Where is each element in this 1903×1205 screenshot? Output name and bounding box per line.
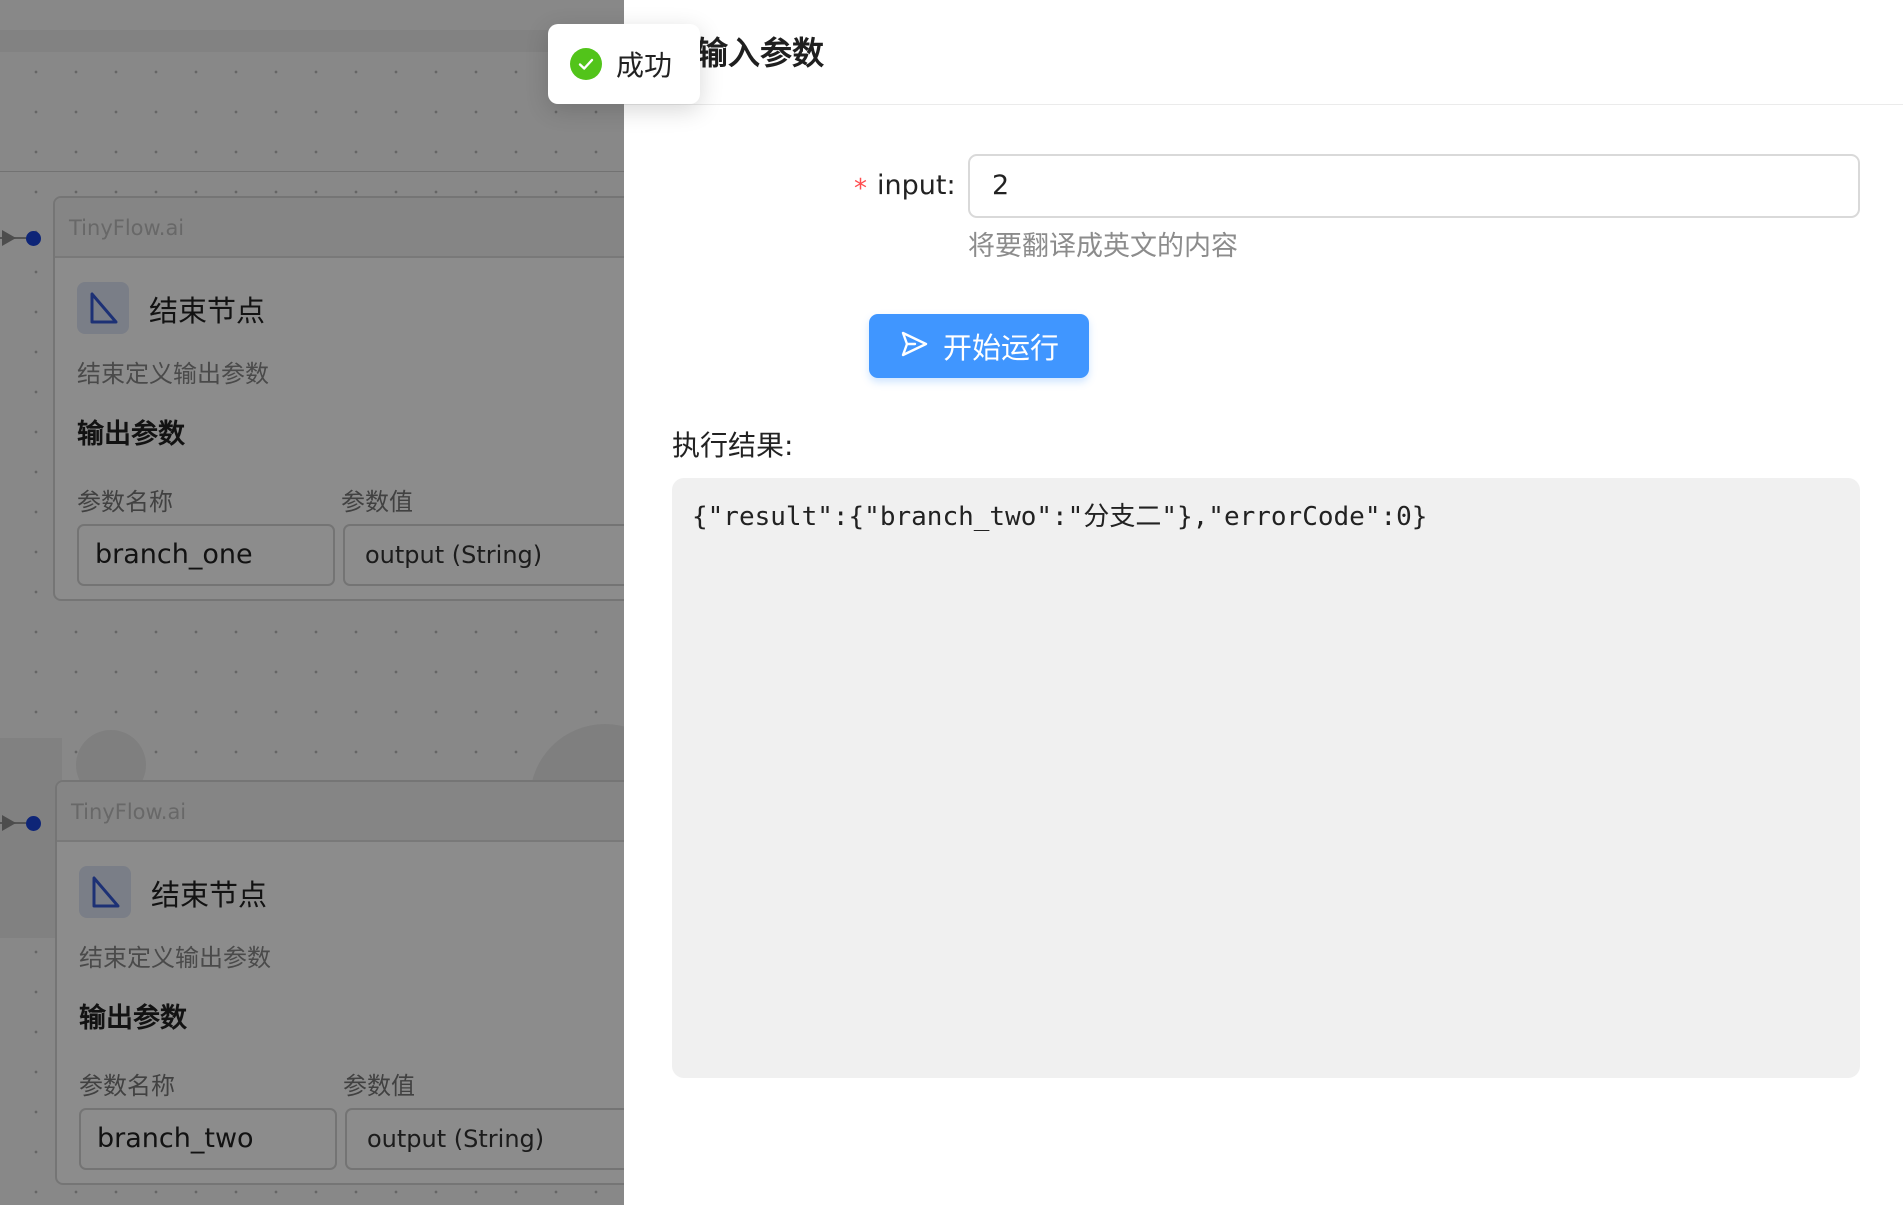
result-output: {"result":{"branch_two":"分支二"},"errorCod…: [672, 478, 1860, 1078]
required-mark: *: [854, 174, 867, 204]
check-circle-icon: [570, 48, 602, 80]
result-label: 执行结果:: [672, 429, 794, 462]
start-run-label: 开始运行: [942, 331, 1059, 365]
send-icon: [899, 329, 929, 363]
toast-message: 成功: [616, 49, 673, 82]
success-toast: 成功: [548, 24, 700, 104]
input-field-help: 将要翻译成英文的内容: [968, 231, 1238, 262]
drawer-divider: [624, 104, 1903, 105]
input-field[interactable]: 2: [968, 154, 1860, 218]
flow-canvas: TinyFlow.ai 结束节点 结束定义输出参数 输出参数 参数名称 参数值 …: [0, 0, 624, 1205]
input-field-label: input:: [877, 170, 956, 201]
run-drawer: 输入参数 * input: 2 将要翻译成英文的内容 开始运行 执行结果: {"…: [624, 0, 1903, 1205]
drawer-title: 输入参数: [696, 34, 825, 72]
start-run-button[interactable]: 开始运行: [869, 314, 1089, 378]
modal-mask[interactable]: [0, 0, 624, 1205]
